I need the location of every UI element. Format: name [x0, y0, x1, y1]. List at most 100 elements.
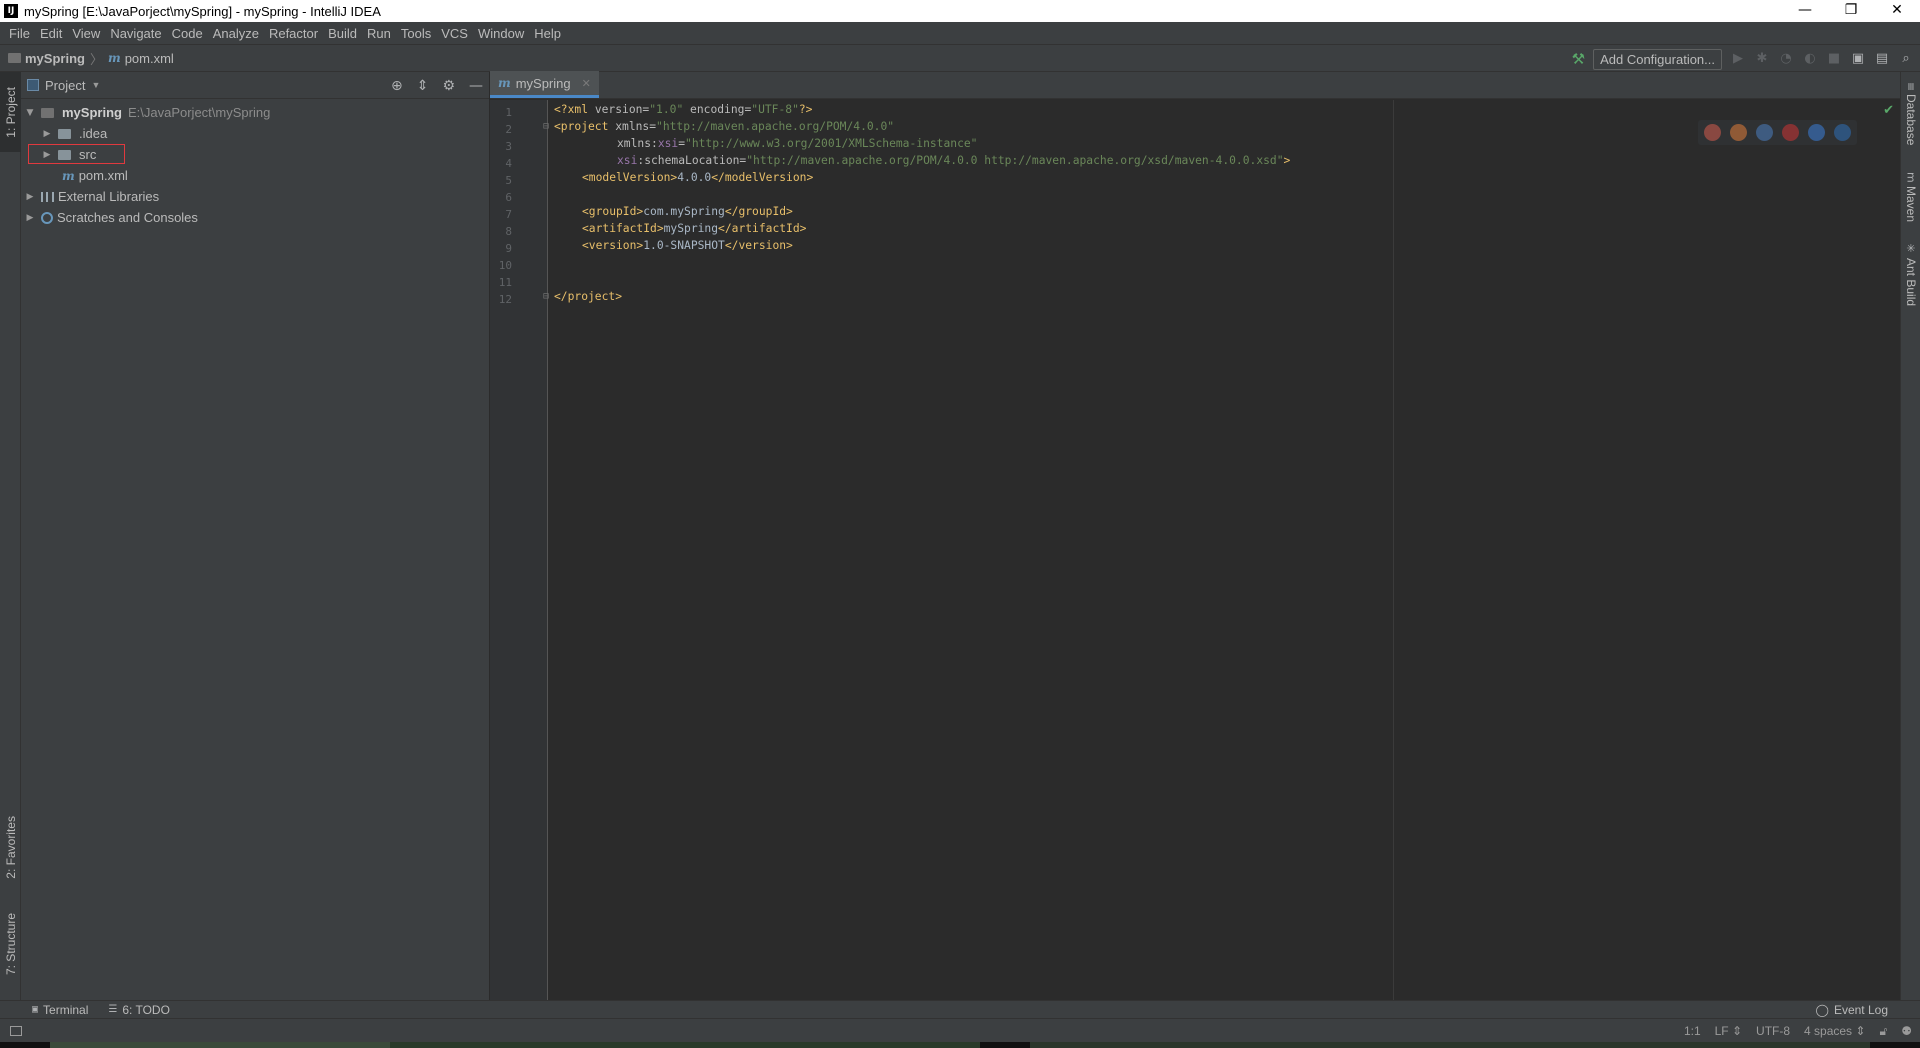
no-problems-check-icon[interactable]: ✔: [1883, 102, 1894, 118]
menu-code[interactable]: Code: [167, 26, 208, 41]
chrome-icon[interactable]: [1704, 124, 1721, 141]
menu-view[interactable]: View: [67, 26, 105, 41]
bottom-tool-bar: ▣ Terminal ☰ 6: TODO ◯ Event Log: [0, 1000, 1920, 1018]
lock-icon[interactable]: 🔓︎: [1879, 1024, 1887, 1039]
caret-position[interactable]: 1:1: [1684, 1024, 1701, 1038]
tree-node-scratches[interactable]: ▶ Scratches and Consoles: [21, 207, 489, 228]
edge-icon[interactable]: [1834, 124, 1851, 141]
tool-tab-todo-label: 6: TODO: [122, 1002, 170, 1017]
tool-tab-favorites-label: 2: Favorites: [3, 815, 18, 879]
code-token: </version>: [724, 239, 793, 252]
debug-icon[interactable]: ✱: [1754, 51, 1770, 67]
search-everywhere-icon[interactable]: ⌕: [1898, 51, 1914, 67]
coverage-icon[interactable]: ◔: [1778, 51, 1794, 67]
tree-label-pom: pom.xml: [78, 168, 128, 183]
left-tool-strip: 1: Project 2: Favorites 7: Structure: [0, 72, 21, 1018]
code-token: </artifactId>: [718, 222, 807, 235]
menu-navigate[interactable]: Navigate: [105, 26, 166, 41]
menu-run[interactable]: Run: [362, 26, 396, 41]
collapse-all-icon[interactable]: ⇕: [417, 78, 429, 94]
tool-tab-project[interactable]: 1: Project: [0, 72, 21, 152]
menu-window[interactable]: Window: [473, 26, 529, 41]
collapsed-arrow-icon[interactable]: ▶: [23, 192, 37, 202]
fold-marker-icon[interactable]: ⊟: [543, 121, 549, 132]
editor-tab-active[interactable]: m mySpring ✕: [490, 71, 599, 98]
tool-tab-structure-label: 7: Structure: [3, 913, 18, 976]
code-token: xsi: [657, 137, 679, 150]
tool-tab-todo[interactable]: ☰ 6: TODO: [108, 1003, 170, 1017]
code-line-5: <modelVersion>4.0.0</modelVersion>: [582, 169, 813, 186]
stop-icon[interactable]: ■: [1826, 51, 1842, 67]
code-token: "http://www.w3.org/2001/XMLSchema-instan…: [685, 137, 978, 150]
breadcrumb-file[interactable]: pom.xml: [125, 51, 174, 66]
menu-vcs[interactable]: VCS: [436, 26, 473, 41]
src-highlight-box: [28, 144, 125, 164]
tool-window-toggle-icon[interactable]: [10, 1025, 22, 1036]
minimize-button[interactable]: —: [1782, 0, 1828, 22]
menu-tools[interactable]: Tools: [396, 26, 436, 41]
tool-tab-structure[interactable]: 7: Structure: [0, 902, 21, 987]
project-view-selector[interactable]: Project ▼: [27, 78, 100, 93]
close-tab-icon[interactable]: ✕: [582, 77, 591, 90]
tree-root-path: E:\JavaPorject\mySpring: [127, 105, 271, 120]
add-configuration-button[interactable]: Add Configuration...: [1593, 48, 1722, 70]
menu-analyze[interactable]: Analyze: [208, 26, 264, 41]
fold-marker-icon[interactable]: ⊟: [543, 291, 549, 302]
inspector-icon[interactable]: ⚉: [1901, 1024, 1912, 1038]
tree-label-root: mySpring: [62, 105, 122, 120]
taskbar-segment: [390, 1042, 980, 1048]
file-encoding[interactable]: UTF-8: [1756, 1024, 1790, 1038]
collapsed-arrow-icon[interactable]: ▶: [40, 129, 54, 139]
expanded-arrow-icon[interactable]: ▼: [23, 108, 37, 118]
menu-refactor[interactable]: Refactor: [264, 26, 323, 41]
tool-tab-terminal[interactable]: ▣ Terminal: [32, 1003, 88, 1017]
maximize-button[interactable]: ❐: [1828, 0, 1874, 22]
firefox-icon[interactable]: [1730, 124, 1747, 141]
editor-area: m mySpring ✕ 1 2 3 4 5 6 7 8 9 10 11 12 …: [490, 71, 1918, 1000]
indent-setting[interactable]: 4 spaces ⇕: [1804, 1024, 1865, 1038]
tree-node-idea[interactable]: ▶ .idea: [21, 123, 489, 144]
line-separator[interactable]: LF ⇕: [1715, 1024, 1742, 1038]
opera-icon[interactable]: [1782, 124, 1799, 141]
tree-node-external-libraries[interactable]: ▶ External Libraries: [21, 186, 489, 207]
menu-edit[interactable]: Edit: [35, 26, 67, 41]
safari-icon[interactable]: [1756, 124, 1773, 141]
browser-preview-toolbar: [1698, 120, 1857, 145]
tool-tab-database[interactable]: ≡ Database: [1901, 82, 1920, 146]
window-title: mySpring [E:\JavaPorject\mySpring] - myS…: [24, 3, 381, 19]
code-token: com.mySpring: [643, 205, 725, 218]
build-hammer-icon[interactable]: ⚒: [1572, 50, 1585, 68]
maven-file-icon: m: [62, 168, 75, 183]
project-panel: Project ▼ ⊕ ⇕ ⚙ — ▼ mySpring E:\JavaPorj…: [21, 72, 490, 1000]
breadcrumb-project[interactable]: mySpring: [25, 51, 85, 66]
gear-icon[interactable]: ⚙: [442, 78, 455, 94]
tool-tab-ant-build[interactable]: ✳ Ant Build: [1901, 242, 1920, 306]
tree-node-root[interactable]: ▼ mySpring E:\JavaPorject\mySpring: [21, 102, 489, 123]
right-margin-guide: [1393, 100, 1394, 1000]
menu-file[interactable]: File: [4, 26, 35, 41]
tool-tab-maven[interactable]: m Maven: [1901, 172, 1920, 222]
menu-build[interactable]: Build: [323, 26, 362, 41]
tool-tab-favorites[interactable]: 2: Favorites: [0, 802, 21, 892]
code-token: version=: [594, 103, 650, 116]
sdk-manager-icon[interactable]: ▤: [1874, 51, 1890, 67]
hide-panel-icon[interactable]: —: [469, 78, 483, 94]
code-token: <modelVersion>: [582, 171, 678, 184]
line-number: 5: [505, 174, 512, 187]
locate-file-icon[interactable]: ⊕: [391, 78, 403, 94]
close-button[interactable]: ✕: [1874, 0, 1920, 22]
tool-tab-database-label: Database: [1904, 94, 1918, 146]
project-view-icon: [27, 79, 39, 91]
event-log-button[interactable]: ◯ Event Log: [1816, 1001, 1888, 1019]
code-line-4: xsi:schemaLocation="http://maven.apache.…: [617, 152, 1290, 169]
internet-explorer-icon[interactable]: [1808, 124, 1825, 141]
code-token: ?>: [798, 103, 813, 116]
run-icon[interactable]: ▶: [1730, 51, 1746, 67]
profile-icon[interactable]: ◐: [1802, 51, 1818, 67]
tree-node-pom[interactable]: m pom.xml: [21, 165, 489, 186]
code-token: :schemaLocation=: [637, 154, 747, 167]
menu-help[interactable]: Help: [529, 26, 566, 41]
collapsed-arrow-icon[interactable]: ▶: [23, 213, 37, 223]
project-structure-icon[interactable]: ▣: [1850, 51, 1866, 67]
code-token: "http://maven.apache.org/POM/4.0.0 http:…: [746, 154, 1284, 167]
